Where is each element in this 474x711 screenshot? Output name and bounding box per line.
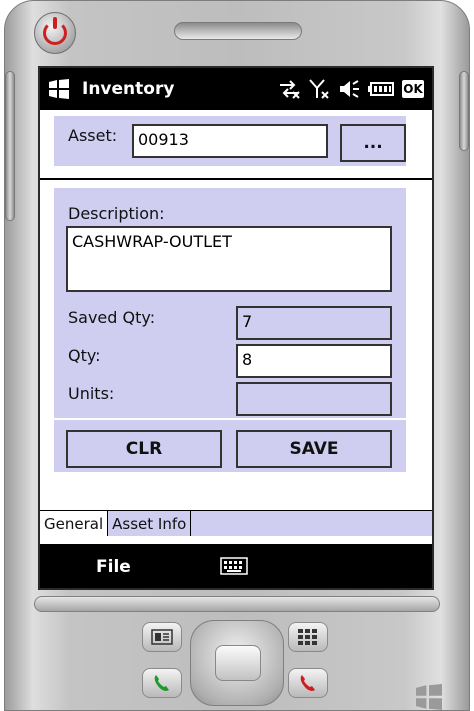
asset-label: Asset: xyxy=(68,126,118,145)
dpad-action-button[interactable] xyxy=(215,645,261,681)
windows-logo-icon[interactable] xyxy=(48,78,70,100)
side-volume-button[interactable] xyxy=(5,71,15,221)
tab-bar-filler xyxy=(191,511,432,536)
app-title: Inventory xyxy=(82,79,175,99)
contacts-icon[interactable] xyxy=(142,622,182,652)
description-label: Description: xyxy=(68,204,165,223)
divider xyxy=(40,178,432,180)
power-icon[interactable] xyxy=(34,12,76,54)
end-call-icon[interactable] xyxy=(288,668,328,698)
screen: Inventory OK Asset: 00913 ... Descriptio… xyxy=(38,66,434,590)
file-softkey[interactable]: File xyxy=(96,557,131,577)
save-button[interactable]: SAVE xyxy=(236,430,392,468)
ok-button[interactable]: OK xyxy=(402,80,424,98)
battery-icon[interactable] xyxy=(368,81,394,97)
units-label: Units: xyxy=(68,384,115,403)
qty-input[interactable]: 8 xyxy=(236,344,392,378)
call-icon[interactable] xyxy=(142,668,182,698)
volume-icon[interactable] xyxy=(338,79,360,99)
connectivity-icon[interactable] xyxy=(278,79,300,99)
side-camera-button[interactable] xyxy=(459,71,469,151)
saved-qty-label: Saved Qty: xyxy=(68,308,156,327)
qty-label: Qty: xyxy=(68,346,101,365)
description-field[interactable]: CASHWRAP-OUTLET xyxy=(66,226,392,292)
asset-input[interactable]: 00913 xyxy=(132,124,328,158)
softkey-bar: File xyxy=(40,546,432,588)
bezel-strip xyxy=(34,596,440,612)
title-bar: Inventory OK xyxy=(40,68,432,110)
form-area: Asset: 00913 ... Description: CASHWRAP-O… xyxy=(40,110,432,544)
keyboard-icon[interactable] xyxy=(220,557,248,579)
units-field xyxy=(236,382,392,416)
tab-asset-info[interactable]: Asset Info xyxy=(108,511,192,536)
calendar-icon[interactable] xyxy=(288,622,328,652)
no-signal-icon[interactable] xyxy=(308,78,330,100)
dpad-navigation[interactable] xyxy=(190,620,284,706)
windows-hardware-icon[interactable] xyxy=(414,684,444,711)
tab-general[interactable]: General xyxy=(40,511,109,536)
tab-bar: General Asset Info xyxy=(40,510,432,536)
clr-button[interactable]: CLR xyxy=(66,430,222,468)
asset-browse-button[interactable]: ... xyxy=(340,124,406,162)
saved-qty-field: 7 xyxy=(236,306,392,340)
speaker-grille xyxy=(174,22,302,40)
